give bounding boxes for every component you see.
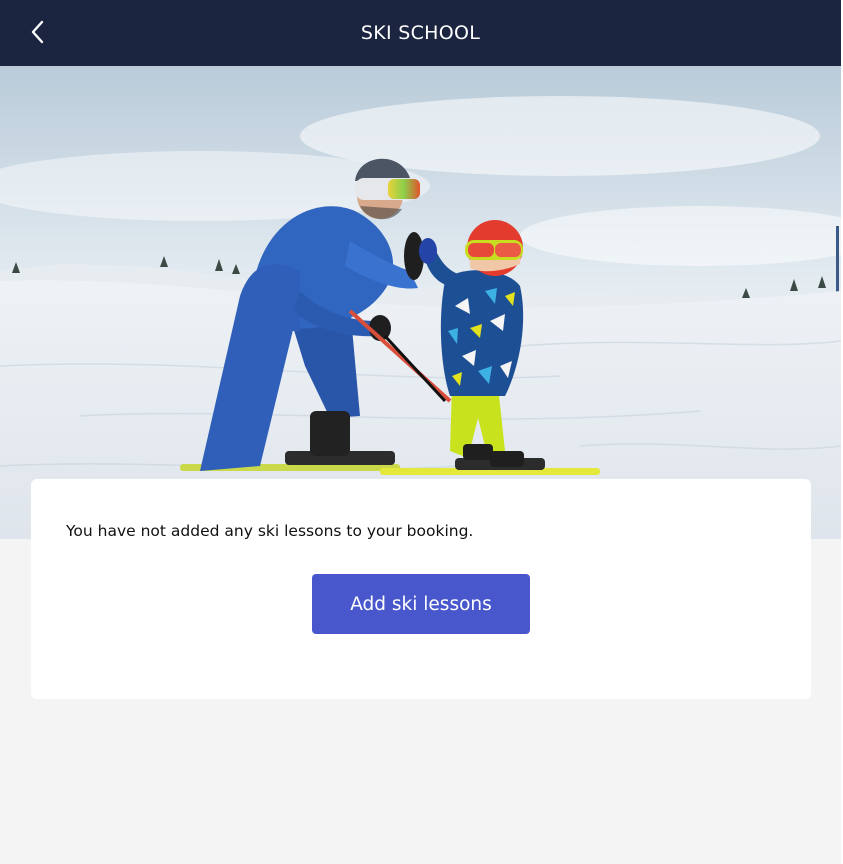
- ski-lesson-illustration: [0, 66, 841, 539]
- empty-state-message: You have not added any ski lessons to yo…: [66, 522, 474, 540]
- hero-image: [0, 66, 841, 539]
- chevron-left-icon: [31, 20, 44, 44]
- add-ski-lessons-button[interactable]: Add ski lessons: [312, 574, 530, 634]
- page-title: SKI SCHOOL: [360, 22, 481, 44]
- empty-state-card: You have not added any ski lessons to yo…: [31, 479, 811, 699]
- back-button[interactable]: [24, 17, 52, 47]
- top-bar: SKI SCHOOL: [0, 0, 841, 66]
- app-screen: SKI SCHOOL You have not added any ski le…: [0, 0, 841, 864]
